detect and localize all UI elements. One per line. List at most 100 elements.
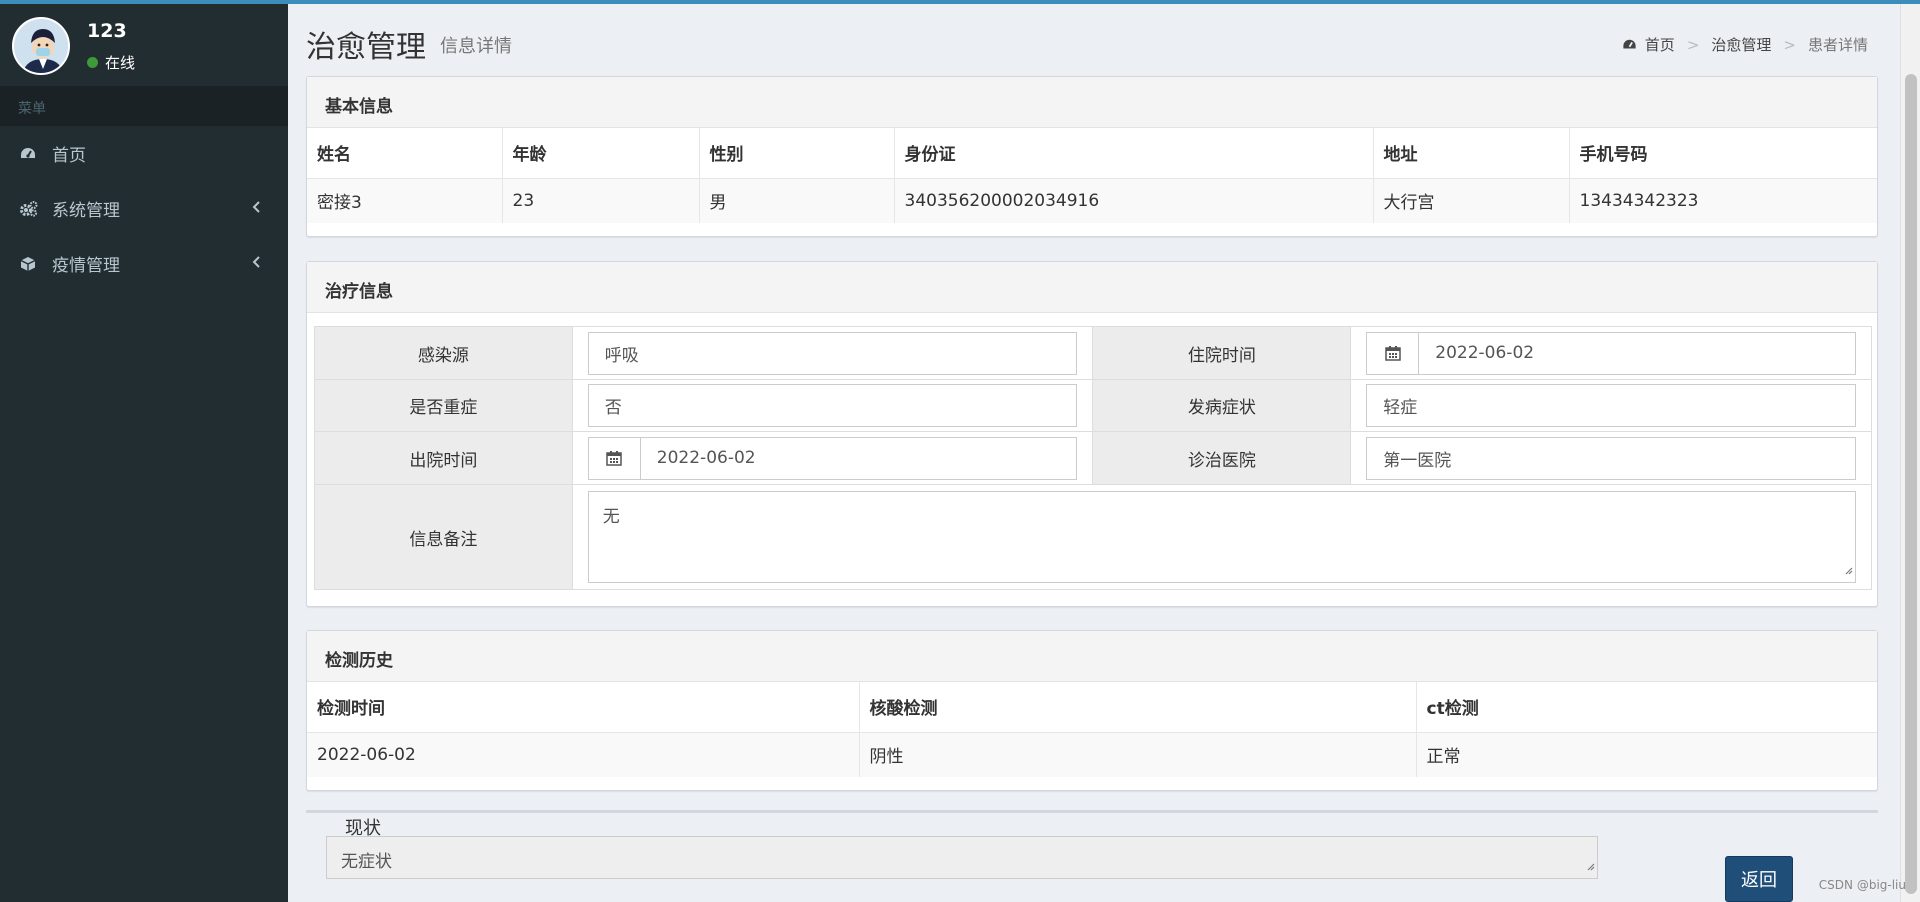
- table-header-row: 姓名 年龄 性别 身份证 地址 手机号码: [307, 128, 1877, 178]
- chevron-left-icon: [252, 254, 262, 274]
- sidebar-item-label: 首页: [52, 146, 86, 166]
- symptoms-value: 轻症: [1383, 398, 1418, 418]
- symptoms-field[interactable]: 轻症: [1366, 384, 1856, 427]
- user-status-label: 在线: [105, 54, 136, 72]
- status-fieldset-border: [306, 810, 1878, 813]
- symptoms-label: 发病症状: [1092, 379, 1352, 432]
- severe-cell: 否: [571, 379, 1094, 432]
- top-accent-bar: [0, 0, 1920, 4]
- cube-icon: [20, 256, 42, 272]
- sidebar-item-epidemic[interactable]: 疫情管理: [0, 236, 288, 291]
- column-header: 性别: [698, 128, 894, 178]
- user-name: 123: [87, 20, 127, 42]
- breadcrumb-separator: >: [1783, 35, 1796, 54]
- column-header: 年龄: [501, 128, 699, 178]
- column-header: 姓名: [317, 145, 351, 166]
- discharge-time-field[interactable]: 2022-06-02: [587, 436, 1078, 480]
- remarks-value: 无: [602, 507, 620, 527]
- column-header: 手机号码: [1568, 128, 1877, 178]
- table-cell: 340356200002034916: [893, 177, 1373, 223]
- table-row: 密接3 23 男 340356200002034916 大行宫 13434342…: [307, 177, 1877, 223]
- cogs-icon: [20, 200, 42, 217]
- user-panel: 123 在线: [0, 0, 288, 86]
- severe-field[interactable]: 否: [587, 384, 1078, 427]
- discharge-time-value: 2022-06-02: [656, 448, 756, 468]
- sidebar-item-label: 疫情管理: [52, 256, 120, 276]
- resize-grip-icon[interactable]: [1843, 560, 1853, 580]
- remarks-cell: 无: [571, 484, 1873, 590]
- admission-time-label: 住院时间: [1092, 326, 1352, 380]
- table-cell: 13434342323: [1568, 177, 1877, 223]
- form-row: 是否重症 否 发病症状 轻症: [314, 379, 1872, 432]
- breadcrumb-separator: >: [1686, 35, 1700, 54]
- table-cell: 阴性: [858, 731, 1416, 777]
- main-content: 治愈管理 信息详情 首页 > 治愈管理 > 患者详情 基本信息 姓名 年龄 性别…: [288, 4, 1900, 902]
- discharge-time-cell: 2022-06-02: [571, 431, 1094, 485]
- test-history-table: 检测时间 核酸检测 ct检测 2022-06-02 阴性 正常: [307, 682, 1877, 777]
- breadcrumb-current: 患者详情: [1807, 36, 1868, 54]
- symptoms-cell: 轻症: [1350, 379, 1872, 432]
- status-textarea[interactable]: 无症状: [326, 836, 1598, 879]
- column-header: 核酸检测: [858, 682, 1416, 732]
- menu-header: 菜单: [0, 86, 288, 126]
- remarks-label: 信息备注: [314, 484, 573, 590]
- basic-info-table: 姓名 年龄 性别 身份证 地址 手机号码 密接3 23 男 3403562000…: [307, 128, 1877, 223]
- breadcrumb-home[interactable]: 首页: [1645, 34, 1675, 55]
- basic-info-box: 基本信息 姓名 年龄 性别 身份证 地址 手机号码 密接3 23 男 34035…: [306, 76, 1878, 237]
- user-status: 在线: [87, 52, 135, 73]
- calendar-icon[interactable]: [1367, 332, 1420, 374]
- breadcrumb: 首页 > 治愈管理 > 患者详情: [1622, 34, 1868, 55]
- table-cell: 2022-06-02: [307, 731, 859, 777]
- hospital-field[interactable]: 第一医院: [1366, 436, 1856, 480]
- sidebar-item-home[interactable]: 首页: [0, 126, 288, 181]
- column-header: ct检测: [1415, 682, 1877, 732]
- back-button[interactable]: 返回: [1725, 856, 1793, 902]
- page-subtitle: 信息详情: [440, 36, 512, 57]
- form-row: 感染源 呼吸 住院时间 2022-06-02: [314, 326, 1872, 380]
- vertical-scrollbar[interactable]: [1900, 4, 1920, 902]
- watermark: CSDN @big-liu: [1818, 878, 1906, 892]
- test-history-title: 检测历史: [307, 631, 1877, 682]
- avatar: [12, 17, 70, 75]
- infection-source-cell: 呼吸: [571, 326, 1094, 380]
- hospital-label: 诊治医院: [1092, 431, 1352, 485]
- column-header: 地址: [1372, 128, 1569, 178]
- form-row: 出院时间 2022-06-02 诊治医院 第一医院: [314, 431, 1872, 485]
- sidebar-item-label: 系统管理: [52, 201, 120, 221]
- table-cell: 男: [698, 177, 894, 223]
- treatment-info-title: 治疗信息: [307, 262, 1877, 313]
- sidebar: 123 在线 菜单 首页 系统管理 疫情管理: [0, 0, 288, 902]
- resize-grip-icon[interactable]: [1585, 856, 1595, 876]
- admission-time-cell: 2022-06-02: [1350, 326, 1872, 380]
- column-header: 身份证: [893, 128, 1373, 178]
- infection-source-field[interactable]: 呼吸: [587, 331, 1078, 375]
- hospital-cell: 第一医院: [1350, 431, 1872, 485]
- breadcrumb-section[interactable]: 治愈管理: [1711, 34, 1771, 55]
- form-row: 信息备注 无: [314, 484, 1873, 590]
- admission-time-value: 2022-06-02: [1435, 343, 1535, 363]
- table-row: 2022-06-02 阴性 正常: [307, 731, 1877, 777]
- sidebar-item-system[interactable]: 系统管理: [0, 181, 288, 236]
- online-status-icon: [87, 57, 98, 68]
- table-cell: 正常: [1415, 731, 1877, 777]
- hospital-value: 第一医院: [1383, 450, 1452, 471]
- scrollbar-thumb[interactable]: [1905, 74, 1917, 894]
- infection-source-label: 感染源: [314, 326, 573, 380]
- test-history-box: 检测历史 检测时间 核酸检测 ct检测 2022-06-02 阴性 正常: [306, 630, 1878, 791]
- infection-source-value: 呼吸: [604, 345, 639, 366]
- severe-value: 否: [604, 398, 622, 418]
- treatment-form: 感染源 呼吸 住院时间 2022-06-02 是否重症 否 发病症状 轻症 出院…: [314, 326, 1873, 590]
- discharge-time-label: 出院时间: [314, 431, 573, 485]
- table-cell: 23: [501, 177, 699, 223]
- calendar-icon[interactable]: [589, 437, 641, 479]
- status-value: 无症状: [341, 852, 392, 872]
- dashboard-icon: [1622, 38, 1637, 52]
- remarks-textarea[interactable]: 无: [587, 491, 1856, 583]
- admission-time-field[interactable]: 2022-06-02: [1366, 331, 1856, 375]
- table-cell: 大行宫: [1372, 177, 1569, 223]
- table-header-row: 检测时间 核酸检测 ct检测: [307, 682, 1877, 732]
- basic-info-title: 基本信息: [307, 77, 1877, 128]
- page-title: 治愈管理: [306, 30, 426, 65]
- chevron-left-icon: [252, 199, 262, 219]
- dashboard-icon: [20, 146, 42, 162]
